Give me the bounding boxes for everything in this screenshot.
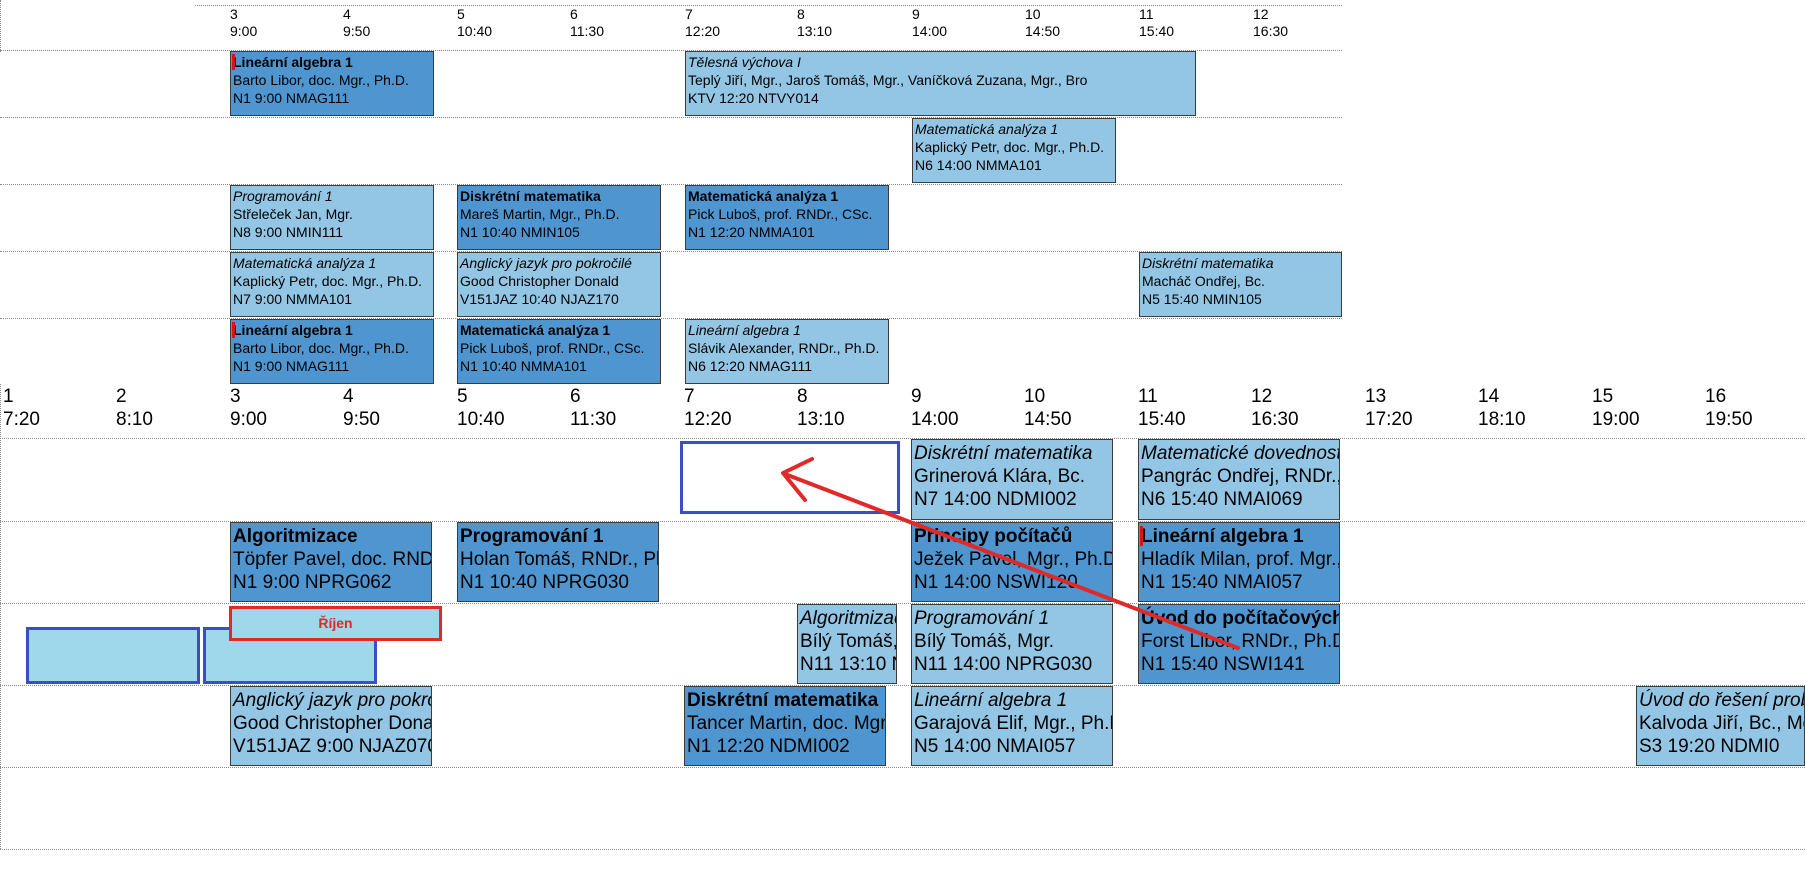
drag-arrow-line <box>783 472 1240 650</box>
drag-arrow-overlay <box>781 457 1240 650</box>
